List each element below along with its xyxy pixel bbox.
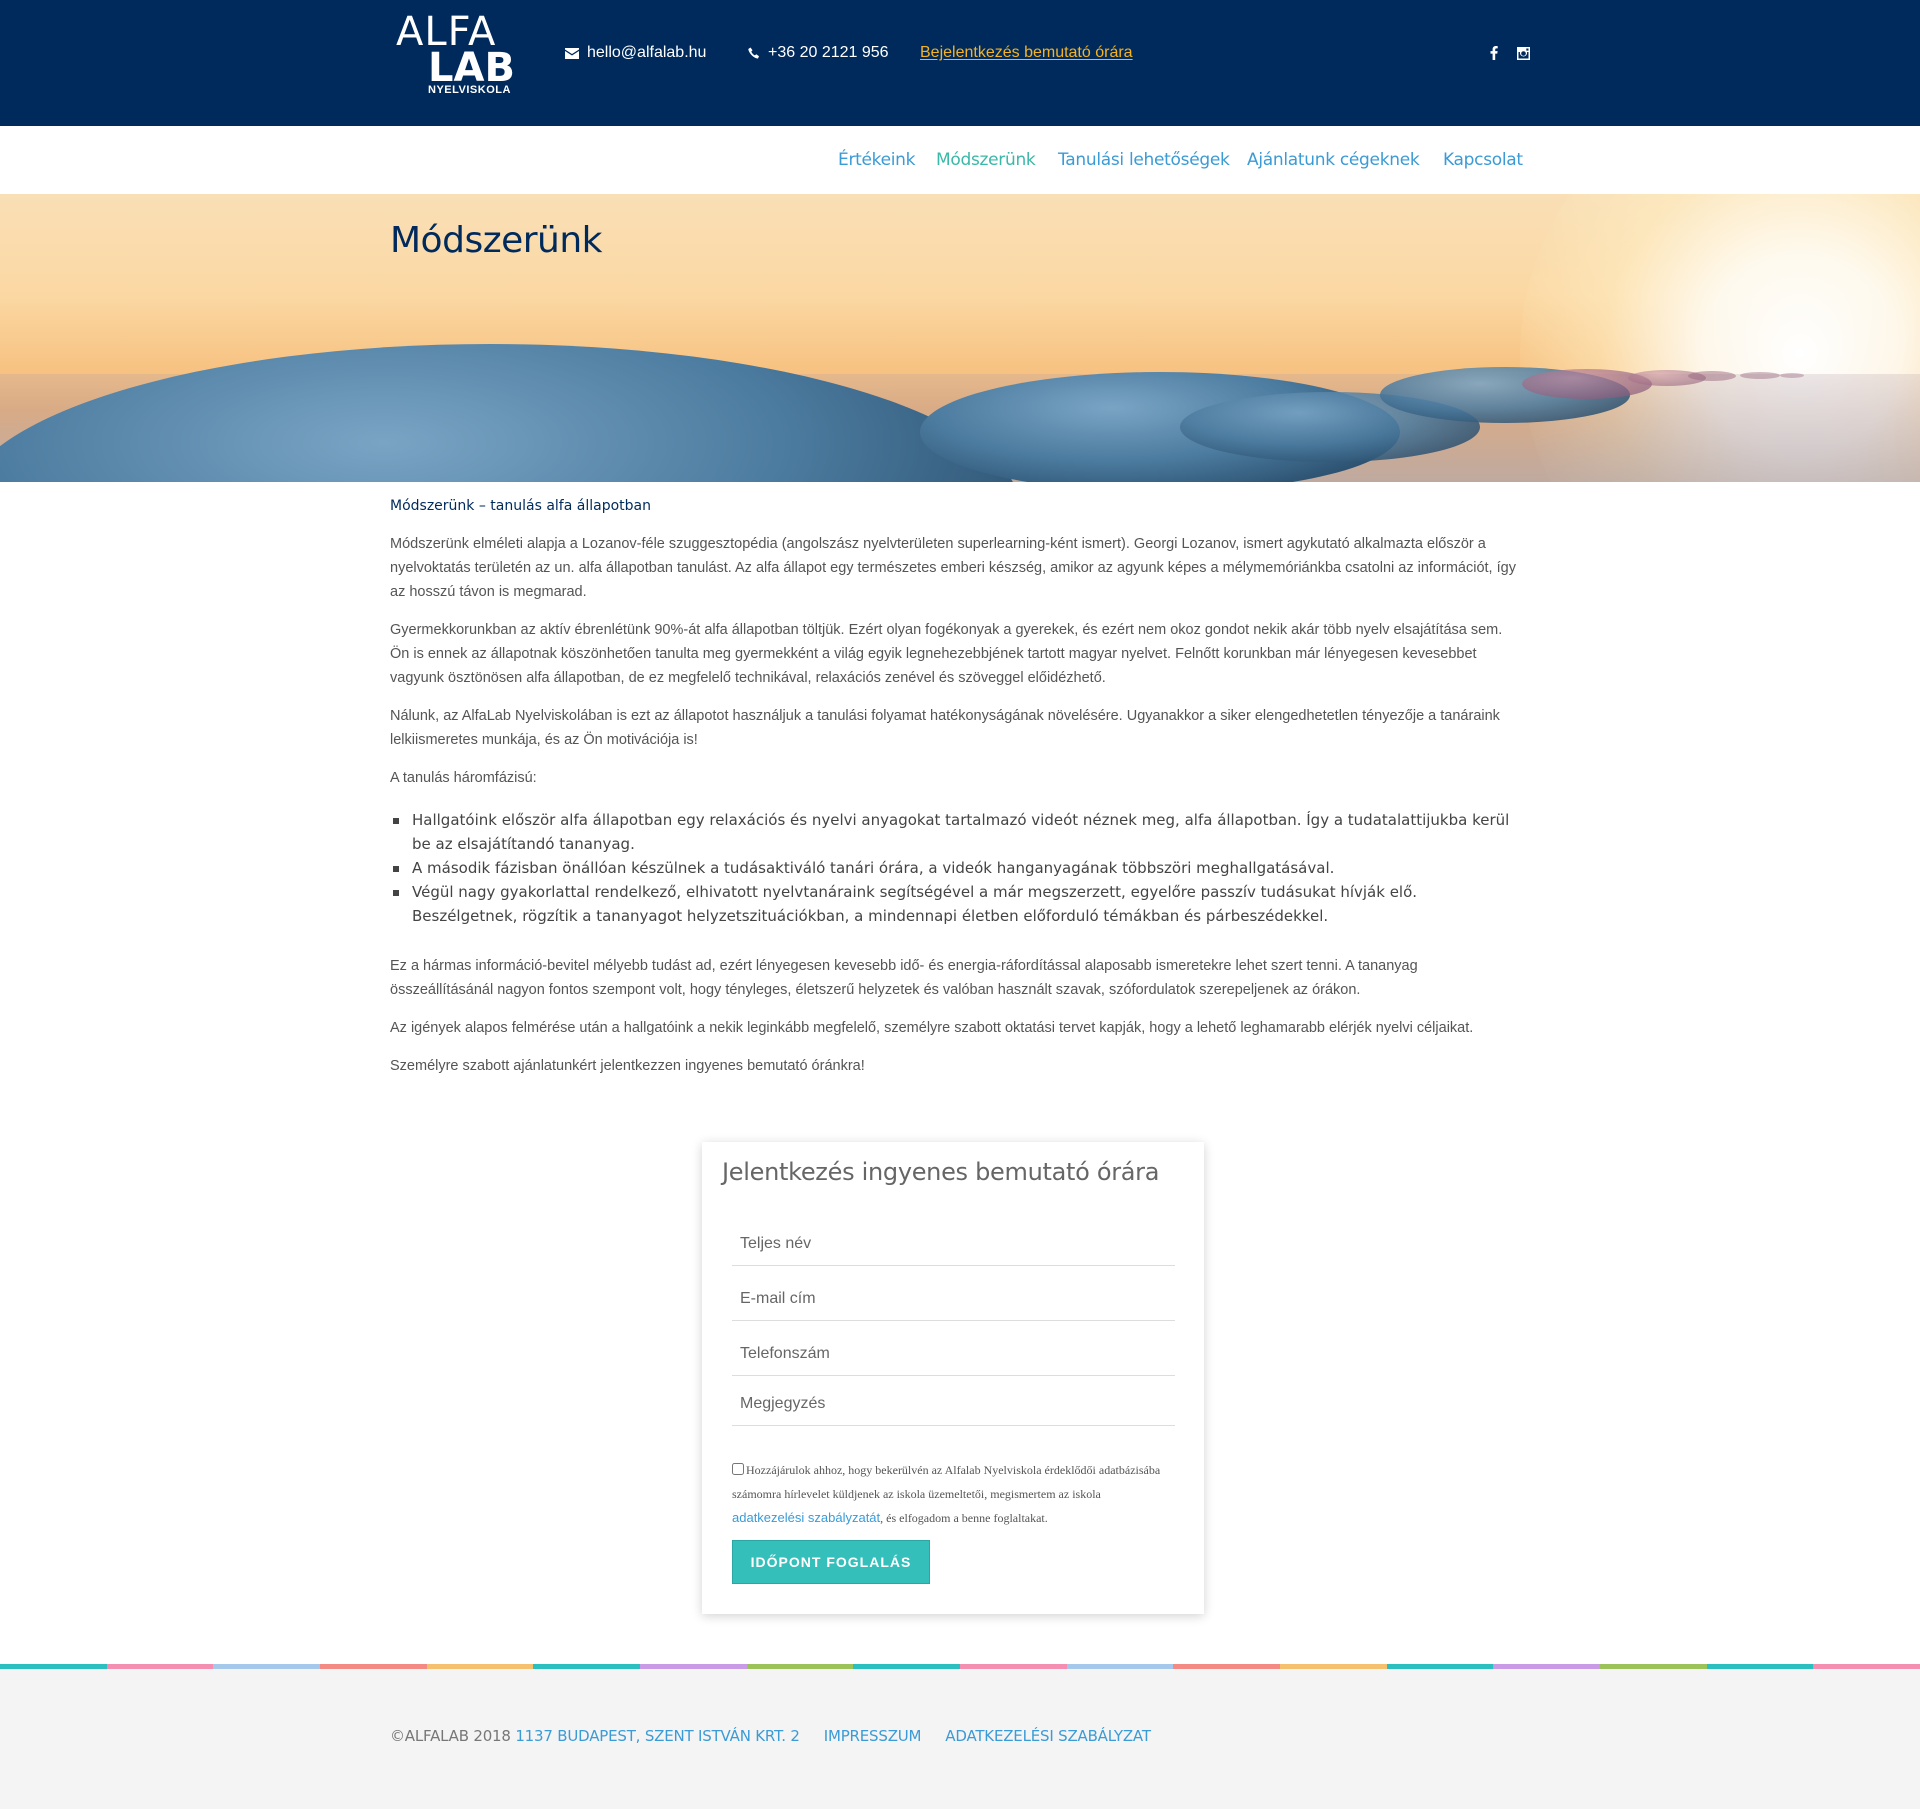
logo-line3: NYELVISKOLA [428, 84, 511, 96]
consent-checkbox[interactable] [732, 1463, 744, 1475]
trial-signup-form: Jelentkezés ingyenes bemutató órára Hozz… [702, 1142, 1204, 1614]
hero-stone [1780, 373, 1804, 378]
main-nav: Értékeink Módszerünk Tanulási lehetősége… [0, 126, 1920, 194]
hero-banner: Módszerünk [0, 194, 1920, 482]
footer-impressum-link[interactable]: IMPRESSZUM [824, 1727, 922, 1745]
name-input[interactable] [732, 1212, 1175, 1265]
nav-item-tanulasi-lehetosegek[interactable]: Tanulási lehetőségek [1058, 150, 1230, 170]
list-item: A második fázisban önállóan készülnek a … [390, 856, 1520, 880]
nav-item-kapcsolat[interactable]: Kapcsolat [1443, 150, 1523, 170]
paragraph-3: Nálunk, az AlfaLab Nyelviskolában is ezt… [390, 708, 1500, 748]
nav-item-modszerunk[interactable]: Módszerünk [936, 150, 1036, 170]
footer-address-link[interactable]: 1137 BUDAPEST, SZENT ISTVÁN KRT. 2 [515, 1727, 800, 1745]
paragraph-2: Gyermekkorunkban az aktív ébrenlétünk 90… [390, 622, 1503, 686]
consent-text-1: Hozzájárulok ahhoz, hogy bekerülvén az A… [732, 1463, 1161, 1501]
note-input[interactable] [732, 1372, 1175, 1425]
top-header: ALFA LAB NYELVISKOLA hello@alfalab.hu +3… [0, 0, 1920, 126]
page-title: Módszerünk [390, 220, 603, 261]
facebook-icon[interactable] [1486, 45, 1502, 61]
privacy-policy-link[interactable]: adatkezelési szabályzatát [732, 1510, 880, 1525]
phone-icon [748, 47, 759, 58]
phone-text: +36 20 2121 956 [768, 44, 889, 61]
phone-input[interactable] [732, 1322, 1175, 1375]
hero-stone [0, 344, 1020, 482]
phase-list: Hallgatóink először alfa állapotban egy … [390, 808, 1520, 928]
consent-block: Hozzájárulok ahhoz, hogy bekerülvén az A… [732, 1458, 1172, 1530]
consent-text-2: , és elfogadom a benne foglaltakat. [880, 1511, 1048, 1525]
book-appointment-button[interactable]: IDŐPONT FOGLALÁS [732, 1540, 930, 1584]
trial-lesson-text: Bejelentkezés bemutató órára [920, 44, 1133, 61]
trial-lesson-link[interactable]: Bejelentkezés bemutató órára [920, 44, 1133, 62]
nav-item-ertekeink[interactable]: Értékeink [838, 150, 916, 170]
paragraph-7: Személyre szabott ajánlatunkért jelentke… [390, 1058, 865, 1074]
footer: ©ALFALAB 2018 1137 BUDAPEST, SZENT ISTVÁ… [0, 1669, 1920, 1809]
hero-stone [1740, 372, 1780, 379]
phone-link[interactable]: +36 20 2121 956 [748, 44, 889, 62]
alfalab-logo[interactable]: ALFA LAB NYELVISKOLA [396, 12, 515, 96]
paragraph-5: Ez a hármas információ-bevitel mélyebb t… [390, 958, 1418, 998]
footer-copyright: ©ALFALAB 2018 1137 BUDAPEST, SZENT ISTVÁ… [390, 1727, 800, 1745]
footer-line: ©ALFALAB 2018 1137 BUDAPEST, SZENT ISTVÁ… [390, 1727, 1151, 1745]
name-field [732, 1212, 1175, 1266]
instagram-icon[interactable] [1515, 45, 1531, 61]
note-field [732, 1372, 1175, 1426]
paragraph-4: A tanulás háromfázisú: [390, 770, 537, 786]
email-field [732, 1267, 1175, 1321]
footer-privacy-link[interactable]: ADATKEZELÉSI SZABÁLYZAT [945, 1727, 1151, 1745]
copyright-text: ©ALFALAB 2018 [390, 1727, 511, 1745]
hero-stone [1688, 371, 1736, 381]
main-content: Módszerünk – tanulás alfa állapotban Mód… [390, 494, 1520, 1092]
list-item: Hallgatóink először alfa állapotban egy … [390, 808, 1520, 856]
list-item: Végül nagy gyakorlattal rendelkező, elhi… [390, 880, 1520, 928]
envelope-icon [565, 48, 579, 59]
form-title: Jelentkezés ingyenes bemutató órára [722, 1158, 1160, 1186]
email-link[interactable]: hello@alfalab.hu [565, 44, 706, 62]
phone-field [732, 1322, 1175, 1376]
nav-item-ajanlatunk-cegeknek[interactable]: Ajánlatunk cégeknek [1247, 150, 1420, 170]
content-subtitle: Módszerünk – tanulás alfa állapotban [390, 498, 651, 514]
email-text: hello@alfalab.hu [587, 44, 707, 61]
paragraph-6: Az igények alapos felmérése után a hallg… [390, 1020, 1474, 1036]
email-input[interactable] [732, 1267, 1175, 1320]
paragraph-1: Módszerünk elméleti alapja a Lozanov-fél… [390, 536, 1516, 600]
logo-line2: LAB [428, 45, 515, 91]
